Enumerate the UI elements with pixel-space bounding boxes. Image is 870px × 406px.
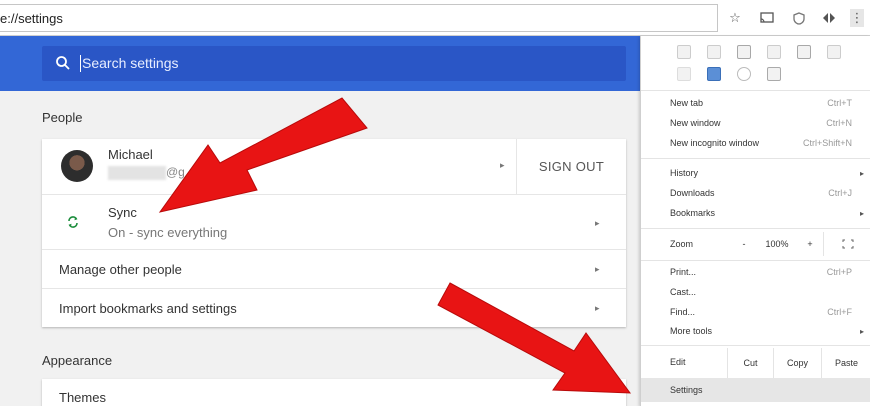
red-arrow-to-settings (437, 282, 632, 394)
annotation-arrows (158, 97, 632, 394)
red-arrow-to-sync (158, 97, 368, 213)
